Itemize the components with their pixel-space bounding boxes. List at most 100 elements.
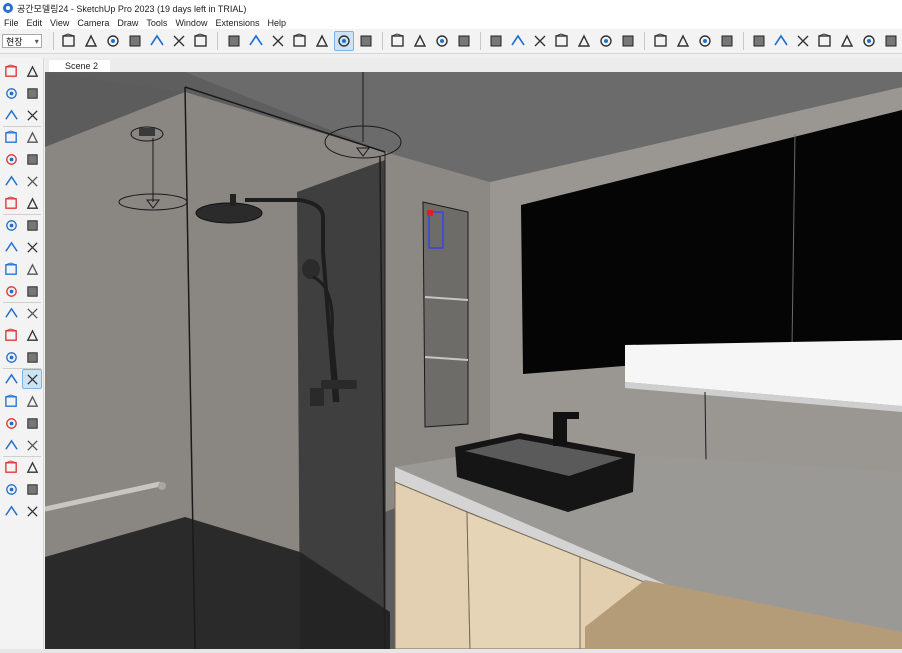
- menu-extensions[interactable]: Extensions: [213, 18, 265, 28]
- move-icon[interactable]: [22, 237, 42, 257]
- circle-icon[interactable]: [1, 171, 21, 191]
- xray-icon[interactable]: [224, 31, 244, 51]
- arc-icon[interactable]: [1, 193, 21, 213]
- walk-icon[interactable]: [22, 435, 42, 455]
- front-view-icon[interactable]: [103, 31, 123, 51]
- bathroom-scene: [45, 72, 902, 649]
- pie-icon[interactable]: [22, 215, 42, 235]
- line-icon[interactable]: [1, 127, 21, 147]
- axes-icon[interactable]: [1, 347, 21, 367]
- shaded-textures-icon[interactable]: [333, 31, 354, 51]
- 3d-warehouse-icon[interactable]: [388, 31, 408, 51]
- tag-tool-icon[interactable]: [22, 105, 42, 125]
- tape-measure-icon[interactable]: [1, 303, 21, 323]
- rectangle-icon[interactable]: [1, 149, 21, 169]
- section-fill-icon[interactable]: [717, 31, 737, 51]
- layout-icon[interactable]: [454, 31, 474, 51]
- scene-tab[interactable]: Scene 2: [49, 60, 111, 72]
- fog-icon[interactable]: [859, 31, 879, 51]
- offset-icon[interactable]: [22, 281, 42, 301]
- zoom-extents-icon[interactable]: [1, 413, 21, 433]
- rotated-rectangle-icon[interactable]: [22, 149, 42, 169]
- make-component-icon[interactable]: [1, 105, 21, 125]
- back-view-icon[interactable]: [147, 31, 167, 51]
- scene-tab-strip: Scene 2: [45, 58, 902, 72]
- flip-edge-icon[interactable]: [618, 31, 638, 51]
- rotate-icon[interactable]: [1, 259, 21, 279]
- toolbar-group-warehouse: [387, 31, 475, 51]
- zoom-icon[interactable]: [1, 391, 21, 411]
- extension-warehouse-icon[interactable]: [432, 31, 452, 51]
- styles-icon[interactable]: [815, 31, 835, 51]
- menu-camera[interactable]: Camera: [75, 18, 115, 28]
- bottom-view-icon[interactable]: [191, 31, 211, 51]
- scale-icon[interactable]: [1, 281, 21, 301]
- menu-edit[interactable]: Edit: [25, 18, 49, 28]
- shaded-icon[interactable]: [312, 31, 332, 51]
- wireframe-icon[interactable]: [268, 31, 288, 51]
- orbit-icon[interactable]: [22, 61, 42, 81]
- section-plane-icon[interactable]: [651, 31, 671, 51]
- orbit-view-icon[interactable]: [1, 369, 21, 389]
- 3d-text-icon[interactable]: [22, 347, 42, 367]
- palette-separator: [3, 456, 41, 457]
- smoove-icon[interactable]: [530, 31, 550, 51]
- components-icon[interactable]: [749, 31, 769, 51]
- follow-me-icon[interactable]: [22, 259, 42, 279]
- paint-bucket-icon[interactable]: [1, 83, 21, 103]
- menu-draw[interactable]: Draw: [115, 18, 144, 28]
- menu-file[interactable]: File: [2, 18, 25, 28]
- stamp-icon[interactable]: [552, 31, 572, 51]
- eraser-icon[interactable]: [22, 83, 42, 103]
- previous-view-icon[interactable]: [22, 413, 42, 433]
- push-pull-icon[interactable]: [1, 237, 21, 257]
- from-contours-icon[interactable]: [486, 31, 506, 51]
- select-icon[interactable]: [1, 61, 21, 81]
- materials-icon[interactable]: [771, 31, 791, 51]
- menu-tools[interactable]: Tools: [144, 18, 173, 28]
- from-scratch-icon[interactable]: [508, 31, 528, 51]
- back-edges-icon[interactable]: [246, 31, 266, 51]
- display-sections-icon[interactable]: [673, 31, 693, 51]
- shadows-icon[interactable]: [837, 31, 857, 51]
- sketchup-app-icon: [3, 3, 13, 13]
- polygon-icon[interactable]: [22, 171, 42, 191]
- iso-view-icon[interactable]: [59, 31, 79, 51]
- top-view-icon[interactable]: [81, 31, 101, 51]
- tag-select[interactable]: 현장 ▾: [2, 34, 42, 48]
- menu-view[interactable]: View: [48, 18, 75, 28]
- three-point-arc-icon[interactable]: [1, 215, 21, 235]
- section-plane-tool-icon[interactable]: [22, 457, 42, 477]
- section-cuts-icon[interactable]: [695, 31, 715, 51]
- match-photo-icon[interactable]: [881, 31, 901, 51]
- sketchup-window: 공간모델링24 - SketchUp Pro 2023 (19 days lef…: [0, 0, 902, 653]
- freehand-icon[interactable]: [22, 127, 42, 147]
- toolbar-group-views: [58, 31, 212, 51]
- sandbox-icon[interactable]: [1, 479, 21, 499]
- pan-icon[interactable]: [22, 369, 42, 389]
- text-icon[interactable]: [22, 325, 42, 345]
- menu-help[interactable]: Help: [265, 18, 292, 28]
- zoom-window-icon[interactable]: [22, 391, 42, 411]
- tag-select-value: 현장: [6, 36, 23, 47]
- hidden-line-icon[interactable]: [290, 31, 310, 51]
- share-model-icon[interactable]: [410, 31, 430, 51]
- menu-window[interactable]: Window: [173, 18, 213, 28]
- position-camera-icon[interactable]: [1, 435, 21, 455]
- add-detail-icon[interactable]: [596, 31, 616, 51]
- drape-icon[interactable]: [574, 31, 594, 51]
- model-viewport[interactable]: [45, 72, 902, 649]
- sandbox-smoove-icon[interactable]: [22, 479, 42, 499]
- two-point-arc-icon[interactable]: [22, 193, 42, 213]
- toolbar-group-extras: [748, 31, 902, 51]
- monochrome-icon[interactable]: [356, 31, 376, 51]
- dimension-icon[interactable]: [22, 303, 42, 323]
- sandbox-stamp-icon[interactable]: [1, 501, 21, 521]
- left-view-icon[interactable]: [169, 31, 189, 51]
- sandbox-flip-icon[interactable]: [22, 501, 42, 521]
- look-around-icon[interactable]: [1, 457, 21, 477]
- right-view-icon[interactable]: [125, 31, 145, 51]
- soften-icon[interactable]: [793, 31, 813, 51]
- protractor-icon[interactable]: [1, 325, 21, 345]
- wall-niche: [422, 201, 469, 428]
